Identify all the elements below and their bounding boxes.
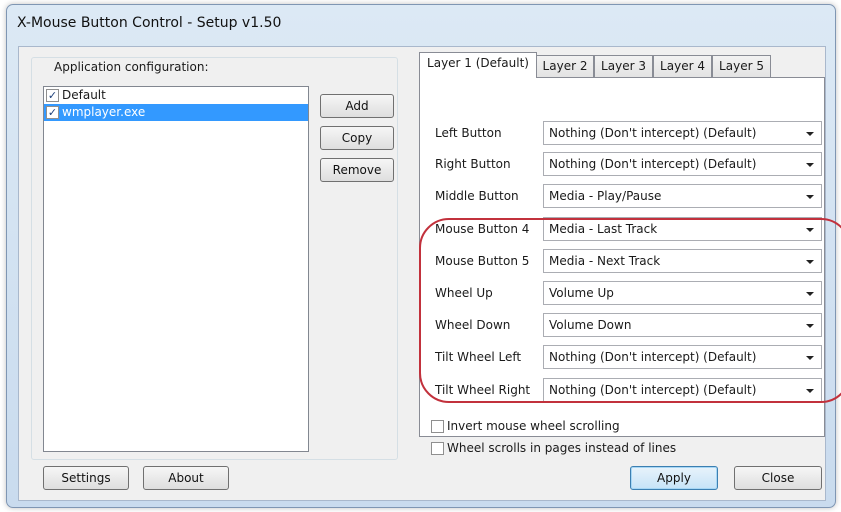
tab-layer-1[interactable]: Layer 1 (Default)	[419, 52, 537, 78]
apply-button[interactable]: Apply	[630, 466, 718, 490]
chevron-down-icon	[806, 195, 814, 199]
settings-button[interactable]: Settings	[43, 466, 129, 490]
combo-value: Media - Play/Pause	[549, 189, 662, 203]
chevron-down-icon	[806, 132, 814, 136]
checkbox-default[interactable]: ✓	[46, 89, 59, 102]
combo-wheel-down[interactable]: Volume Down	[543, 313, 822, 337]
wheel-pages-option[interactable]: Wheel scrolls in pages instead of lines	[431, 441, 676, 455]
list-item-wmplayer[interactable]: ✓ wmplayer.exe	[44, 104, 308, 121]
chevron-down-icon	[806, 260, 814, 264]
chevron-down-icon	[806, 389, 814, 393]
combo-value: Volume Down	[549, 318, 632, 332]
combo-mouse-button-4[interactable]: Media - Last Track	[543, 217, 822, 241]
app-config-title: Application configuration:	[50, 60, 213, 74]
invert-scroll-label: Invert mouse wheel scrolling	[447, 419, 620, 433]
combo-left-button[interactable]: Nothing (Don't intercept) (Default)	[543, 121, 822, 145]
combo-value: Nothing (Don't intercept) (Default)	[549, 126, 757, 140]
invert-scroll-option[interactable]: Invert mouse wheel scrolling	[431, 419, 620, 433]
list-item-default[interactable]: ✓ Default	[44, 87, 308, 104]
combo-value: Nothing (Don't intercept) (Default)	[549, 350, 757, 364]
list-item-label: Default	[62, 88, 106, 102]
checkbox-wmplayer[interactable]: ✓	[46, 106, 59, 119]
window-title: X-Mouse Button Control - Setup v1.50	[17, 15, 282, 31]
combo-middle-button[interactable]: Media - Play/Pause	[543, 184, 822, 208]
tab-layer-2[interactable]: Layer 2	[536, 55, 594, 77]
label-left-button: Left Button	[435, 126, 502, 140]
about-button[interactable]: About	[143, 466, 229, 490]
close-button[interactable]: Close	[734, 466, 822, 490]
copy-button[interactable]: Copy	[320, 126, 394, 150]
list-item-label: wmplayer.exe	[62, 105, 146, 119]
chevron-down-icon	[806, 324, 814, 328]
combo-value: Nothing (Don't intercept) (Default)	[549, 157, 757, 171]
combo-value: Media - Next Track	[549, 254, 661, 268]
label-wheel-up: Wheel Up	[435, 286, 493, 300]
wheel-pages-label: Wheel scrolls in pages instead of lines	[447, 441, 677, 455]
label-mouse-button-5: Mouse Button 5	[435, 254, 530, 268]
invert-scroll-checkbox[interactable]	[431, 419, 444, 433]
chevron-down-icon	[806, 292, 814, 296]
label-right-button: Right Button	[435, 157, 511, 171]
chevron-down-icon	[806, 228, 814, 232]
tab-layer-5[interactable]: Layer 5	[712, 55, 771, 77]
app-list[interactable]: ✓ Default ✓ wmplayer.exe	[43, 86, 309, 452]
tab-layer-4[interactable]: Layer 4	[653, 55, 712, 77]
combo-right-button[interactable]: Nothing (Don't intercept) (Default)	[543, 152, 822, 176]
combo-value: Media - Last Track	[549, 222, 658, 236]
main-window: X-Mouse Button Control - Setup v1.50 App…	[6, 4, 841, 508]
label-tilt-wheel-left: Tilt Wheel Left	[435, 350, 522, 364]
combo-wheel-up[interactable]: Volume Up	[543, 281, 822, 305]
label-wheel-down: Wheel Down	[435, 318, 511, 332]
label-middle-button: Middle Button	[435, 189, 519, 203]
combo-tilt-wheel-right[interactable]: Nothing (Don't intercept) (Default)	[543, 378, 822, 402]
combo-mouse-button-5[interactable]: Media - Next Track	[543, 249, 822, 273]
wheel-pages-checkbox[interactable]	[431, 441, 444, 455]
tab-layer-3[interactable]: Layer 3	[594, 55, 653, 77]
label-tilt-wheel-right: Tilt Wheel Right	[435, 383, 531, 397]
chevron-down-icon	[806, 356, 814, 360]
remove-button[interactable]: Remove	[320, 158, 394, 182]
dialog-client: Application configuration: ✓ Default ✓ w…	[18, 46, 841, 501]
combo-value: Nothing (Don't intercept) (Default)	[549, 383, 757, 397]
add-button[interactable]: Add	[320, 94, 394, 118]
combo-value: Volume Up	[549, 286, 614, 300]
label-mouse-button-4: Mouse Button 4	[435, 222, 530, 236]
combo-tilt-wheel-left[interactable]: Nothing (Don't intercept) (Default)	[543, 345, 822, 369]
chevron-down-icon	[806, 163, 814, 167]
